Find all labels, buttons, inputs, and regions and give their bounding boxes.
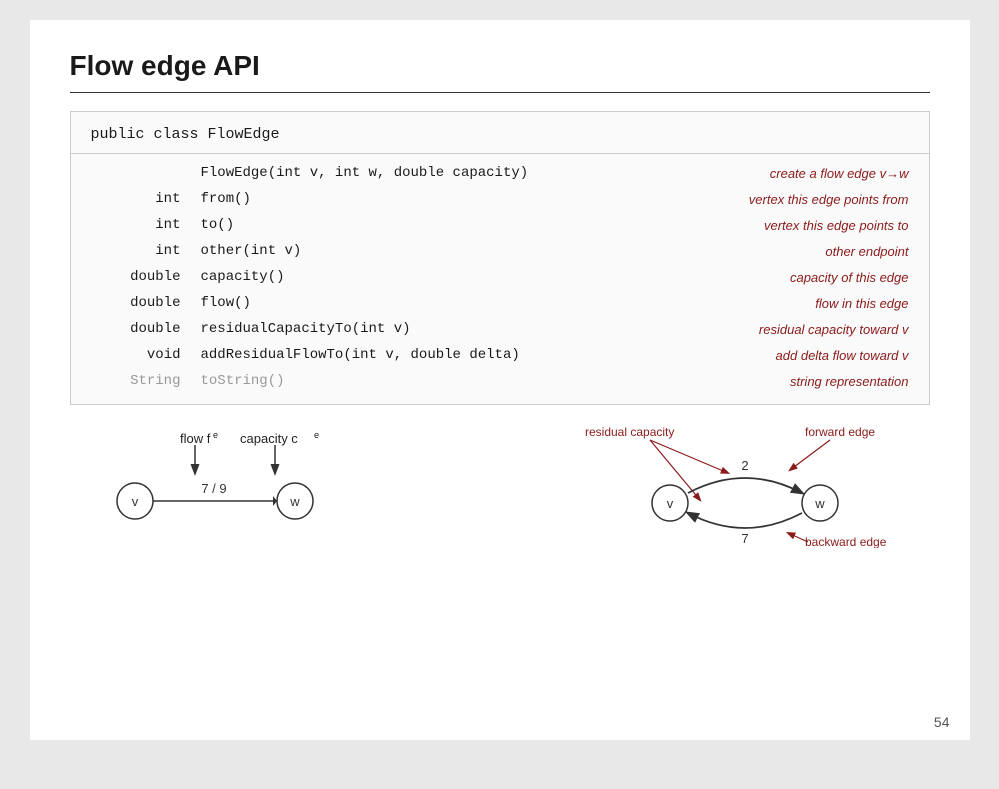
forward-label: forward edge bbox=[805, 425, 875, 439]
api-box: public class FlowEdge FlowEdge(int v, in… bbox=[70, 111, 930, 405]
api-type: String bbox=[71, 368, 191, 394]
api-method: from() bbox=[191, 186, 668, 212]
v-label: v bbox=[666, 496, 673, 511]
api-method: capacity() bbox=[191, 264, 668, 290]
api-type: int bbox=[71, 186, 191, 212]
api-desc: flow in this edge bbox=[668, 290, 929, 316]
backward-label: backward edge bbox=[805, 535, 887, 548]
api-type: int bbox=[71, 238, 191, 264]
diagram-left: flow f e capacity c e v bbox=[80, 423, 360, 543]
forward-edge bbox=[688, 478, 802, 493]
table-row: int from() vertex this edge points from bbox=[71, 186, 929, 212]
forward-arrow bbox=[790, 440, 830, 470]
capacity-sub: e bbox=[314, 430, 319, 440]
flow-sub: e bbox=[213, 430, 218, 440]
api-table: FlowEdge(int v, int w, double capacity) … bbox=[71, 160, 929, 394]
flow-ratio: 7 / 9 bbox=[201, 481, 226, 496]
table-row: FlowEdge(int v, int w, double capacity) … bbox=[71, 160, 929, 186]
flow-label: flow f bbox=[180, 431, 211, 446]
api-method: flow() bbox=[191, 290, 668, 316]
label-2: 2 bbox=[741, 458, 748, 473]
slide: Flow edge API public class FlowEdge Flow… bbox=[30, 20, 970, 740]
api-type: void bbox=[71, 342, 191, 368]
api-method: to() bbox=[191, 212, 668, 238]
api-method: toString() bbox=[191, 368, 668, 394]
diagram-left-svg: flow f e capacity c e v bbox=[80, 423, 360, 543]
diagram-right-svg: residual capacity forward edge v w bbox=[580, 418, 920, 548]
api-type: double bbox=[71, 290, 191, 316]
title-divider bbox=[70, 92, 930, 93]
api-method: addResidualFlowTo(int v, double delta) bbox=[191, 342, 668, 368]
api-method: FlowEdge(int v, int w, double capacity) bbox=[191, 160, 668, 186]
table-row: int to() vertex this edge points to bbox=[71, 212, 929, 238]
api-desc: create a flow edge v→w bbox=[668, 160, 929, 186]
api-type: double bbox=[71, 316, 191, 342]
api-method: residualCapacityTo(int v) bbox=[191, 316, 668, 342]
capacity-label: capacity c bbox=[240, 431, 298, 446]
table-row: double capacity() capacity of this edge bbox=[71, 264, 929, 290]
v-label: v bbox=[131, 494, 138, 509]
api-type: double bbox=[71, 264, 191, 290]
table-row: void addResidualFlowTo(int v, double del… bbox=[71, 342, 929, 368]
table-row: double flow() flow in this edge bbox=[71, 290, 929, 316]
residual-arrow1 bbox=[650, 440, 728, 473]
api-type: int bbox=[71, 212, 191, 238]
residual-label: residual capacity bbox=[585, 425, 674, 439]
table-row: String toString() string representation bbox=[71, 368, 929, 394]
label-7: 7 bbox=[741, 531, 748, 546]
api-desc: vertex this edge points to bbox=[668, 212, 929, 238]
w-label: w bbox=[814, 496, 825, 511]
page-number: 54 bbox=[934, 714, 950, 730]
w-label: w bbox=[289, 494, 300, 509]
api-desc: capacity of this edge bbox=[668, 264, 929, 290]
backward-edge bbox=[688, 513, 802, 528]
api-desc: vertex this edge points from bbox=[668, 186, 929, 212]
edge-arrow bbox=[273, 496, 277, 506]
api-desc: add delta flow toward v bbox=[668, 342, 929, 368]
page-title: Flow edge API bbox=[70, 50, 930, 82]
api-desc: residual capacity toward v bbox=[668, 316, 929, 342]
table-row: int other(int v) other endpoint bbox=[71, 238, 929, 264]
api-type bbox=[71, 160, 191, 186]
api-method: other(int v) bbox=[191, 238, 668, 264]
diagram-right: residual capacity forward edge v w bbox=[580, 418, 920, 548]
api-desc: string representation bbox=[668, 368, 929, 394]
table-row: double residualCapacityTo(int v) residua… bbox=[71, 316, 929, 342]
api-desc: other endpoint bbox=[668, 238, 929, 264]
api-class-header: public class FlowEdge bbox=[71, 126, 929, 154]
diagrams-area: flow f e capacity c e v bbox=[70, 423, 930, 548]
